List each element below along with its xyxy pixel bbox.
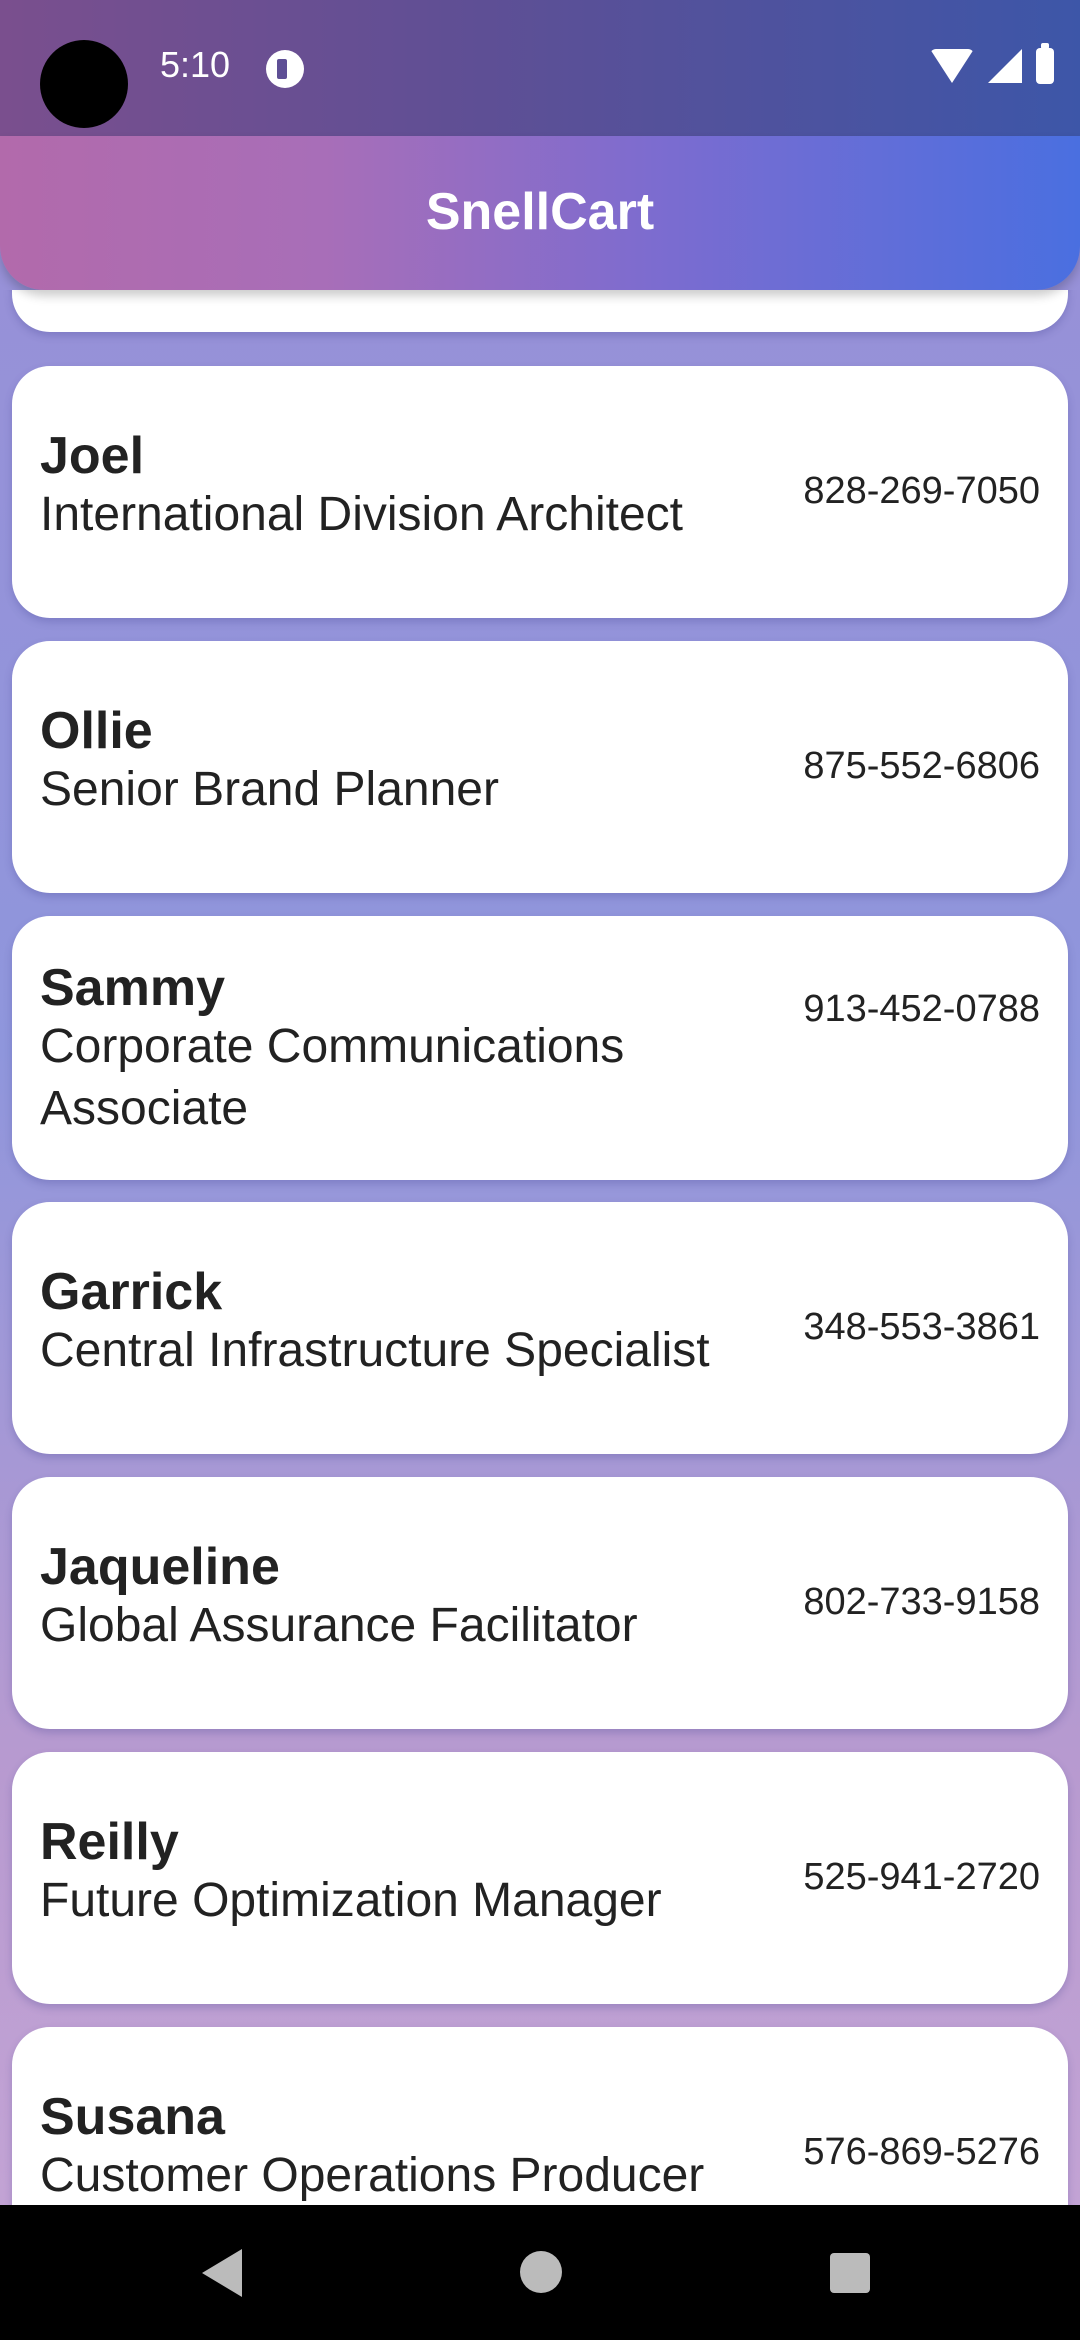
contact-list[interactable]: Joel International Division Architect 82… [0,290,1080,2205]
contact-card[interactable]: Sammy Corporate Communications Associate… [12,916,1068,1180]
contact-card[interactable]: Jaqueline Global Assurance Facilitator 8… [12,1477,1068,1729]
recents-icon[interactable] [830,2253,870,2293]
contact-name: Garrick [40,1263,223,1321]
contact-phone[interactable]: 828-269-7050 [803,470,1040,513]
status-icons [930,43,1054,84]
contact-card[interactable]: Joel International Division Architect 82… [12,366,1068,618]
contact-job-title: Customer Operations Producer [40,2149,705,2202]
contact-phone[interactable]: 913-452-0788 [803,988,1040,1031]
contact-job-title: Senior Brand Planner [40,763,499,816]
status-time: 5:10 [160,44,231,85]
contact-job-title: Corporate Communications Associate [40,1020,625,1135]
contact-name: Jaqueline [40,1538,280,1596]
contact-name: Susana [40,2088,225,2146]
contact-phone[interactable]: 525-941-2720 [803,1856,1040,1899]
notification-app-icon [266,50,304,88]
contact-job-title: Future Optimization Manager [40,1874,662,1927]
contact-phone[interactable]: 348-553-3861 [803,1306,1040,1349]
contact-name: Sammy [40,959,225,1017]
contact-phone[interactable]: 875-552-6806 [803,745,1040,788]
contact-job-title: Global Assurance Facilitator [40,1599,638,1652]
contact-card-partial[interactable] [12,290,1068,332]
app-bar: SnellCart [0,136,1080,290]
contact-card[interactable]: Garrick Central Infrastructure Specialis… [12,1202,1068,1454]
back-icon[interactable] [202,2249,242,2297]
contact-card[interactable]: Ollie Senior Brand Planner 875-552-6806 [12,641,1068,893]
contact-phone[interactable]: 802-733-9158 [803,1581,1040,1624]
app-title: SnellCart [425,183,655,241]
status-bar: 5:10 [0,0,1080,136]
contact-phone[interactable]: 576-869-5276 [803,2131,1040,2174]
wifi-icon [930,49,974,83]
cellular-signal-icon [988,49,1022,83]
home-icon[interactable] [520,2251,562,2293]
contact-card[interactable]: Susana Customer Operations Producer 576-… [12,2027,1068,2205]
contact-card[interactable]: Reilly Future Optimization Manager 525-9… [12,1752,1068,2004]
contact-job-title: International Division Architect [40,488,683,541]
battery-icon [1036,43,1054,84]
contact-job-title: Central Infrastructure Specialist [40,1324,710,1377]
system-navigation-bar [0,2205,1080,2340]
contact-name: Ollie [40,702,153,760]
camera-cutout [40,40,128,128]
contact-name: Reilly [40,1813,179,1871]
contact-name: Joel [40,427,145,485]
